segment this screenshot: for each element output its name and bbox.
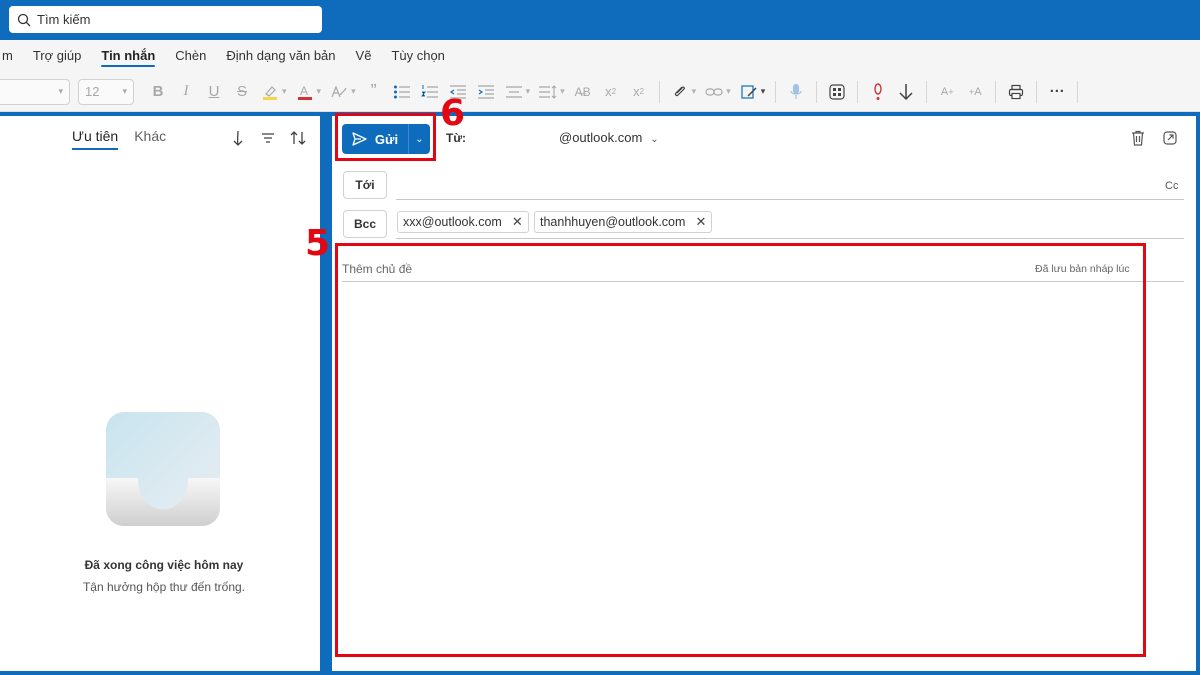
filter-icon[interactable]: [256, 128, 280, 148]
bold-icon[interactable]: B: [147, 81, 169, 103]
menu-item-message[interactable]: Tin nhắn: [101, 40, 155, 72]
divider: [857, 80, 859, 103]
pop-out-icon[interactable]: [1160, 128, 1180, 148]
highlight-icon[interactable]: [259, 81, 281, 103]
recipient-chip[interactable]: xxx@outlook.com ✕: [397, 211, 529, 233]
menu-bar: m Trợ giúp Tin nhắn Chèn Định dạng văn b…: [0, 40, 1200, 72]
search-placeholder: Tìm kiếm: [37, 12, 91, 27]
chevron-down-icon[interactable]: ▾: [282, 86, 287, 97]
menu-item-format-text[interactable]: Định dạng văn bản: [226, 40, 335, 72]
step-number-5: 5: [305, 223, 331, 264]
svg-text:A: A: [300, 84, 308, 98]
message-list-pane: Ưu tiên Khác Đã xong công việc hôm nay T…: [0, 116, 320, 671]
divider: [658, 80, 660, 103]
divider: [1077, 80, 1079, 103]
search-box[interactable]: Tìm kiếm: [9, 6, 322, 33]
italic-icon[interactable]: I: [175, 81, 197, 103]
signature-icon[interactable]: [738, 81, 760, 103]
superscript-icon[interactable]: x2: [628, 81, 650, 103]
to-field: [396, 199, 1184, 200]
bcc-field: [396, 238, 1184, 239]
ribbon-toolbar: ▾ 12 ▾ B I U S ▾ A ▾ ▾ ” ▾ ▾ A̶B x2 x2 ▾ ▾…: [0, 72, 1200, 112]
bcc-button[interactable]: Bcc: [343, 210, 387, 238]
list-tools: [226, 128, 316, 148]
attach-icon[interactable]: [669, 81, 691, 103]
divider: [816, 80, 818, 103]
menu-item-draw[interactable]: Vẽ: [356, 40, 372, 72]
dictate-icon[interactable]: [785, 81, 807, 103]
chevron-down-icon[interactable]: ▾: [317, 86, 322, 97]
menu-item-options[interactable]: Tùy chọn: [391, 40, 444, 72]
to-button[interactable]: Tới: [343, 171, 387, 199]
chevron-down-icon[interactable]: ▾: [726, 86, 731, 97]
jump-down-icon[interactable]: [226, 128, 250, 148]
cc-button[interactable]: Cc: [1165, 180, 1178, 192]
strikethrough-icon[interactable]: S: [231, 81, 253, 103]
recipient-chip[interactable]: thanhhuyen@outlook.com ✕: [534, 211, 713, 233]
highlight-send-box: [335, 113, 436, 161]
numbering-icon[interactable]: [419, 81, 441, 103]
chevron-down-icon[interactable]: ▾: [761, 86, 766, 97]
styles-icon[interactable]: [328, 81, 350, 103]
font-family-select[interactable]: ▾: [0, 78, 70, 105]
recipient-address: xxx@outlook.com: [403, 215, 502, 229]
subscript-icon[interactable]: x2: [600, 81, 622, 103]
empty-title: Đã xong công việc hôm nay: [84, 558, 244, 572]
align-icon[interactable]: [503, 81, 525, 103]
text-predict-icon[interactable]: A +: [936, 81, 958, 103]
font-size-select[interactable]: 12 ▾: [78, 78, 134, 105]
chevron-down-icon: ▾: [58, 86, 63, 96]
indent-icon[interactable]: [475, 81, 497, 103]
link-icon[interactable]: [703, 81, 725, 103]
empty-inbox-illustration: [106, 412, 220, 526]
divider: [775, 80, 777, 103]
chevron-down-icon[interactable]: ▾: [560, 86, 565, 97]
underline-icon[interactable]: U: [203, 81, 225, 103]
importance-low-icon[interactable]: [895, 81, 917, 103]
apps-icon[interactable]: [826, 81, 848, 103]
quote-icon[interactable]: ”: [363, 81, 385, 103]
close-icon[interactable]: ✕: [512, 214, 523, 230]
tab-focused[interactable]: Ưu tiên: [72, 128, 119, 150]
title-bar: Tìm kiếm: [0, 0, 1200, 40]
close-icon[interactable]: ✕: [695, 214, 706, 230]
chevron-down-icon[interactable]: ▾: [351, 86, 356, 97]
print-icon[interactable]: [1005, 81, 1027, 103]
sort-icon[interactable]: [286, 128, 310, 148]
more-icon[interactable]: ···: [1046, 81, 1068, 103]
empty-subtitle: Tận hưởng hộp thư đến trống.: [82, 580, 246, 594]
divider: [926, 80, 928, 103]
font-size-value: 12: [85, 84, 100, 99]
highlight-body-box: [335, 243, 1146, 657]
divider: [995, 80, 997, 103]
menu-item-help[interactable]: Trợ giúp: [33, 40, 82, 72]
divider: [1036, 80, 1038, 103]
chevron-down-icon: ▾: [122, 86, 127, 96]
from-account-select[interactable]: @outlook.com ⌄: [559, 130, 659, 145]
spell-icon[interactable]: + A: [964, 81, 986, 103]
from-address: @outlook.com: [559, 130, 643, 145]
chevron-down-icon: ⌄: [650, 134, 659, 145]
recipient-address: thanhhuyen@outlook.com: [540, 215, 686, 229]
chevron-down-icon[interactable]: ▾: [526, 86, 531, 97]
inbox-tabs: Ưu tiên Khác: [72, 128, 182, 150]
search-icon: [17, 13, 31, 26]
step-number-6: 6: [440, 93, 466, 134]
menu-item-insert[interactable]: Chèn: [175, 40, 206, 72]
menu-item-partial[interactable]: m: [2, 40, 13, 72]
clear-format-icon[interactable]: A̶B: [572, 81, 594, 103]
importance-high-icon[interactable]: [867, 81, 889, 103]
tab-other[interactable]: Khác: [134, 128, 166, 150]
discard-icon[interactable]: [1128, 128, 1148, 148]
font-color-icon[interactable]: A: [294, 81, 316, 103]
line-spacing-icon[interactable]: [537, 81, 559, 103]
bullets-icon[interactable]: [391, 81, 413, 103]
chevron-down-icon[interactable]: ▾: [692, 86, 697, 97]
